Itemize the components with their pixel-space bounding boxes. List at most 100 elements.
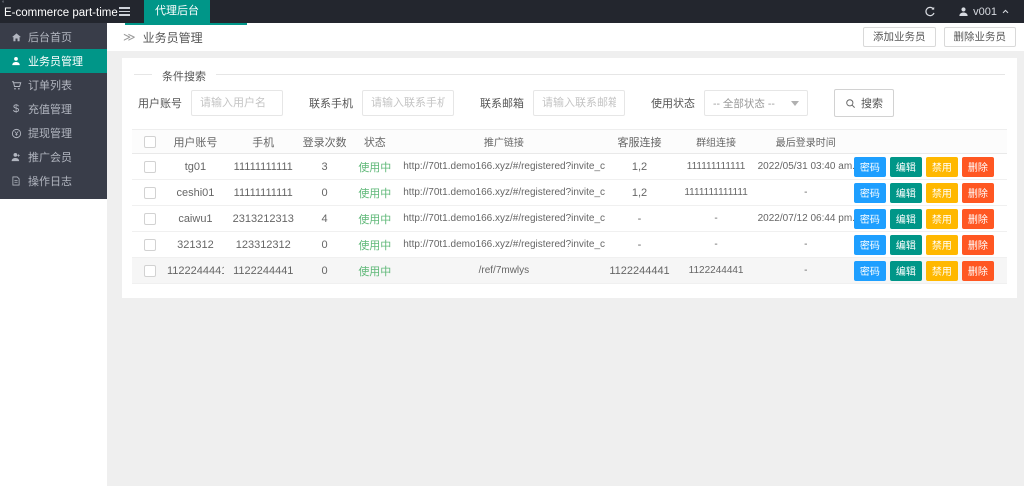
edit-button[interactable]: 编辑: [890, 209, 922, 229]
sidebar-item-label: 推广会员: [28, 149, 72, 165]
row-checkbox[interactable]: [144, 239, 156, 251]
sidebar-item-label: 订单列表: [28, 77, 72, 93]
column-header-lastlogin: 最后登录时间: [758, 134, 854, 149]
cell-phone: 123312312: [224, 239, 303, 251]
account-input[interactable]: [191, 90, 283, 116]
cell-phone: 1122244441: [224, 265, 303, 277]
disable-button[interactable]: 禁用: [926, 261, 958, 281]
main-area: ≫ 业务员管理 添加业务员 删除业务员 条件搜索 用户账号 联系手机 联系邮箱: [107, 23, 1024, 486]
logo-area: ° E-commerce part-time: [0, 3, 107, 21]
recharge-icon: $: [10, 103, 22, 115]
row-checkbox[interactable]: [144, 265, 156, 277]
cell-promo-link[interactable]: http://70t1.demo166.xyz/#/registered?inv…: [403, 239, 604, 250]
cell-last-login: -: [758, 187, 854, 198]
password-button[interactable]: 密码: [854, 183, 886, 203]
chevron-down-icon: [791, 101, 799, 106]
sidebar-item-salesman[interactable]: 业务员管理: [0, 49, 107, 73]
table-row: tg01 11111111111 3 使用中 http://70t1.demo1…: [132, 154, 1007, 180]
status-select-value: -- 全部状态 --: [713, 96, 775, 111]
status-select[interactable]: -- 全部状态 --: [704, 90, 808, 116]
search-icon: [845, 98, 856, 109]
delete-salesman-button[interactable]: 删除业务员: [944, 27, 1017, 47]
edit-button[interactable]: 编辑: [890, 157, 922, 177]
edit-button[interactable]: 编辑: [890, 261, 922, 281]
user-menu[interactable]: v001: [958, 6, 1010, 18]
delete-button[interactable]: 删除: [962, 157, 994, 177]
row-checkbox[interactable]: [144, 213, 156, 225]
sidebar-item-promote[interactable]: 推广会员: [0, 145, 107, 169]
cell-promo-link[interactable]: http://70t1.demo166.xyz/#/registered?inv…: [403, 187, 604, 198]
user-icon: [958, 6, 969, 17]
delete-button[interactable]: 删除: [962, 261, 994, 281]
table-body: tg01 11111111111 3 使用中 http://70t1.demo1…: [132, 154, 1007, 284]
app-logo: E-commerce part-time: [4, 7, 118, 19]
sidebar-item-label: 后台首页: [28, 29, 72, 45]
cell-status: 使用中: [346, 237, 403, 253]
cell-phone: 11111111111: [224, 161, 303, 173]
cell-promo-link[interactable]: http://70t1.demo166.xyz/#/registered?inv…: [403, 213, 604, 224]
cell-cs-link: 1,2: [605, 161, 675, 173]
password-button[interactable]: 密码: [854, 209, 886, 229]
cell-account: caiwu1: [167, 213, 224, 225]
cell-status: 使用中: [346, 211, 403, 227]
cell-actions: 密码 编辑 禁用 删除: [854, 209, 1007, 229]
topbar-tab-agent-admin[interactable]: 代理后台: [144, 0, 210, 23]
cell-group-link: 1122244441: [675, 265, 758, 276]
disable-button[interactable]: 禁用: [926, 209, 958, 229]
edit-button[interactable]: 编辑: [890, 183, 922, 203]
salesman-table: 用户账号 手机 登录次数 状态 推广链接 客服连接 群组连接 最后登录时间 tg…: [132, 129, 1007, 284]
cell-actions: 密码 编辑 禁用 删除: [854, 235, 1007, 255]
disable-button[interactable]: 禁用: [926, 183, 958, 203]
disable-button[interactable]: 禁用: [926, 235, 958, 255]
cell-promo-link[interactable]: http://70t1.demo166.xyz/#/registered?inv…: [403, 161, 604, 172]
search-form: 用户账号 联系手机 联系邮箱 使用状态 -- 全部状态 --: [138, 89, 1007, 117]
withdraw-icon: [10, 127, 22, 139]
topbar: ° E-commerce part-time 代理后台 v001: [0, 0, 1024, 23]
row-checkbox[interactable]: [144, 187, 156, 199]
row-checkbox[interactable]: [144, 161, 156, 173]
edit-button[interactable]: 编辑: [890, 235, 922, 255]
phone-input[interactable]: [362, 90, 454, 116]
add-salesman-button[interactable]: 添加业务员: [863, 27, 936, 47]
salesman-icon: [10, 55, 22, 67]
cell-status: 使用中: [346, 159, 403, 175]
disable-button[interactable]: 禁用: [926, 157, 958, 177]
search-button-label: 搜索: [861, 95, 883, 111]
search-button[interactable]: 搜索: [834, 89, 894, 117]
cell-account: ceshi01: [167, 187, 224, 199]
table-header-row: 用户账号 手机 登录次数 状态 推广链接 客服连接 群组连接 最后登录时间: [132, 130, 1007, 154]
topbar-right: v001: [924, 6, 1024, 18]
page-title: 业务员管理: [143, 29, 203, 46]
sidebar-item-orders[interactable]: 订单列表: [0, 73, 107, 97]
cell-promo-link[interactable]: /ref/7mwlys: [403, 265, 604, 276]
delete-button[interactable]: 删除: [962, 235, 994, 255]
cell-last-login: -: [758, 265, 854, 276]
refresh-icon[interactable]: [924, 6, 936, 18]
sidebar-item-dashboard[interactable]: 后台首页: [0, 25, 107, 49]
cell-cs-link: -: [605, 239, 675, 251]
email-input[interactable]: [533, 90, 625, 116]
sidebar-item-label: 提现管理: [28, 125, 72, 141]
search-fieldset-divider: 条件搜索: [134, 74, 1005, 75]
sidebar-item-recharge[interactable]: $ 充值管理: [0, 97, 107, 121]
password-button[interactable]: 密码: [854, 235, 886, 255]
password-button[interactable]: 密码: [854, 261, 886, 281]
breadcrumb-prefix-icon: ≫: [123, 30, 136, 44]
log-icon: [10, 175, 22, 187]
cell-status: 使用中: [346, 185, 403, 201]
column-header-cs: 客服连接: [605, 134, 675, 150]
delete-button[interactable]: 删除: [962, 183, 994, 203]
menu-icon[interactable]: [119, 7, 130, 16]
select-all-checkbox[interactable]: [144, 136, 156, 148]
password-button[interactable]: 密码: [854, 157, 886, 177]
search-legend: 条件搜索: [152, 68, 216, 84]
cell-actions: 密码 编辑 禁用 删除: [854, 261, 1007, 281]
chevron-up-icon: [1001, 7, 1010, 16]
cell-login-count: 0: [303, 265, 347, 277]
username: v001: [973, 6, 997, 18]
cell-last-login: 2022/07/12 06:44 pm.: [758, 213, 854, 224]
orders-icon: [10, 79, 22, 91]
sidebar-item-logs[interactable]: 操作日志: [0, 169, 107, 193]
delete-button[interactable]: 删除: [962, 209, 994, 229]
sidebar-item-withdraw[interactable]: 提现管理: [0, 121, 107, 145]
